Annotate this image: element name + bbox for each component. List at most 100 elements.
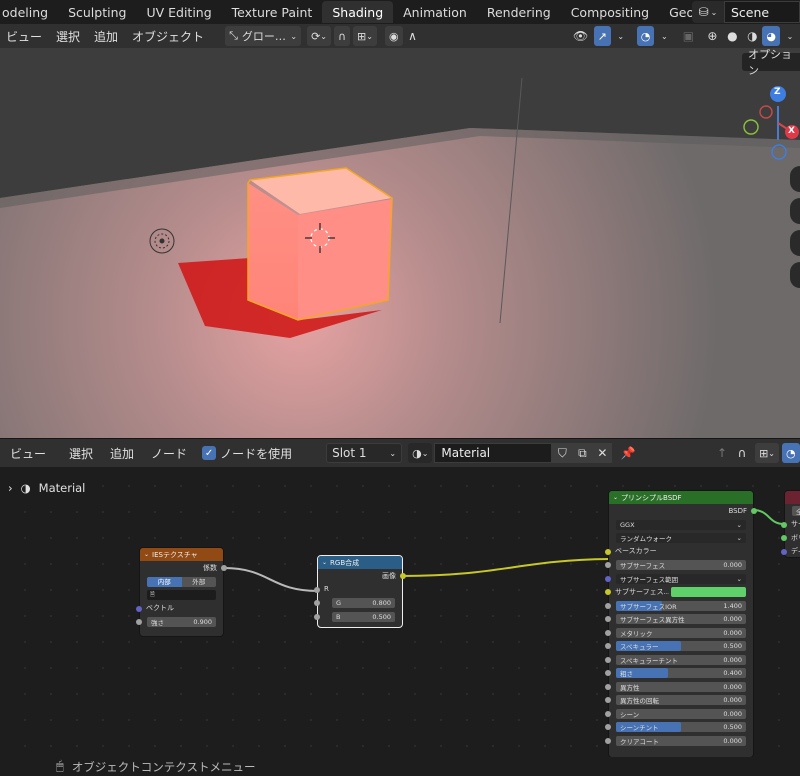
node-menu-view[interactable]: ビュー <box>0 445 53 462</box>
node-snap-dropdown[interactable]: ⊞ ⌄ <box>755 443 779 463</box>
gizmo-x-label[interactable]: X <box>788 126 795 136</box>
bsdf-value-field[interactable]: 粗さ 0.400 <box>616 668 746 678</box>
tab-uv-editing[interactable]: UV Editing <box>136 1 221 23</box>
shading-solid[interactable]: ● <box>722 26 742 46</box>
output-target-dropdown[interactable]: 全 <box>792 506 800 516</box>
distribution-dropdown[interactable]: GGX ⌄ <box>616 519 746 530</box>
viewport-menu-view[interactable]: ビュー <box>0 28 49 45</box>
node-overlay-toggle[interactable]: ◔ <box>782 443 800 463</box>
material-name-field[interactable]: Material <box>434 443 553 463</box>
bsdf-value-field[interactable]: 異方性 0.000 <box>616 681 746 692</box>
tab-animation[interactable]: Animation <box>393 1 477 23</box>
xray-toggle[interactable]: ▣ <box>678 26 698 46</box>
material-browse-button[interactable]: ◑ ⌄ <box>408 443 433 463</box>
shading-wireframe[interactable]: ⊕ <box>702 26 722 46</box>
node-menu-node[interactable]: ノード <box>141 445 194 462</box>
bsdf-input-socket[interactable] <box>605 575 611 582</box>
shading-rendered[interactable]: ◕ <box>762 26 780 46</box>
ies-output-socket[interactable] <box>221 565 227 571</box>
overlays-dropdown[interactable]: ⌄ <box>654 26 674 46</box>
bsdf-value-field[interactable]: シーンチント 0.500 <box>616 722 746 732</box>
node-editor-canvas[interactable]: › ◑ Material ⌄ IESテクスチャ 係数 内部 外部 🗎 ベクトル … <box>0 467 800 757</box>
bsdf-value-field[interactable]: メタリック 0.000 <box>616 627 746 638</box>
strength-field[interactable]: 強さ 0.900 <box>147 617 216 627</box>
bsdf-input-socket[interactable] <box>605 616 611 622</box>
visibility-dropdown[interactable]: 👁 <box>571 26 591 46</box>
proportional-edit-toggle[interactable]: ◉ <box>384 26 403 46</box>
pin-button[interactable]: 📌 <box>618 443 638 463</box>
bsdf-input-socket[interactable] <box>605 683 611 690</box>
image-output-socket[interactable] <box>400 573 406 579</box>
duplicate-material-button[interactable]: ⧉ <box>572 443 593 463</box>
principled-bsdf-node[interactable]: ⌄ プリンシプルBSDF BSDF GGX ⌄ ランダムウォーク ⌄ ベースカラ… <box>605 490 757 757</box>
b-field[interactable]: B 0.500 <box>332 611 395 622</box>
zoom-button[interactable] <box>790 166 800 192</box>
tab-sculpting[interactable]: Sculpting <box>58 1 136 23</box>
mode-external-button[interactable]: 外部 <box>181 576 216 587</box>
viewport-menu-select[interactable]: 選択 <box>49 28 87 45</box>
tab-texture-paint[interactable]: Texture Paint <box>222 1 323 23</box>
bsdf-value-field[interactable]: スペキュラーチント 0.000 <box>616 654 746 665</box>
bsdf-input-socket[interactable] <box>605 629 611 636</box>
volume-input-socket[interactable] <box>781 535 787 541</box>
output-node-header[interactable] <box>785 491 800 504</box>
surface-input-socket[interactable] <box>781 521 787 528</box>
snap-target-dropdown[interactable]: ⊞ ⌄ <box>353 26 377 46</box>
snap-toggle[interactable]: ∩ <box>333 26 351 46</box>
base-color-socket[interactable] <box>605 548 611 555</box>
viewport-menu-add[interactable]: 追加 <box>87 28 125 45</box>
g-field[interactable]: G 0.800 <box>332 598 395 608</box>
tab-modeling[interactable]: odeling <box>0 1 58 23</box>
pan-button[interactable] <box>790 198 800 224</box>
tab-rendering[interactable]: Rendering <box>477 1 561 23</box>
node-snap-toggle[interactable]: ∩ <box>732 443 752 463</box>
tab-shading[interactable]: Shading <box>322 1 394 23</box>
subsurface-method-dropdown[interactable]: ランダムウォーク ⌄ <box>616 533 746 543</box>
strength-input-socket[interactable] <box>136 619 142 625</box>
bsdf-input-socket[interactable] <box>605 643 611 649</box>
shading-dropdown[interactable]: ⌄ <box>780 26 800 46</box>
vector-input-socket[interactable] <box>136 605 142 612</box>
r-input-socket[interactable] <box>314 586 320 593</box>
overlays-toggle[interactable]: ◔ <box>636 26 655 46</box>
mode-internal-button[interactable]: 内部 <box>147 576 182 587</box>
options-dropdown[interactable]: オプション <box>742 48 800 77</box>
combine-node-header[interactable]: ⌄ RGB合成 <box>318 556 402 569</box>
transform-orientation-dropdown[interactable]: ⤡ グロー… ⌄ <box>225 26 302 46</box>
ies-text-block-field[interactable]: 🗎 <box>147 590 216 600</box>
gizmo-toggle[interactable]: ↗ <box>593 26 611 46</box>
viewport-menu-object[interactable]: オブジェクト <box>125 28 211 45</box>
viewport-3d[interactable]: オプション Z X <box>0 48 800 438</box>
shading-material[interactable]: ◑ <box>742 26 762 46</box>
bsdf-input-socket[interactable] <box>605 602 611 609</box>
bsdf-input-socket[interactable] <box>605 656 611 663</box>
pivot-point-dropdown[interactable]: ⟳ ⌄ <box>307 26 331 46</box>
node-menu-add[interactable]: 追加 <box>100 445 141 462</box>
material-output-node[interactable]: 全 サー ボリ ディ <box>781 490 800 558</box>
scene-browse-button[interactable]: ⛁ ⌄ <box>692 1 724 23</box>
combine-rgb-node[interactable]: ⌄ RGB合成 画像 R G 0.800 B 0.500 <box>314 555 406 628</box>
bsdf-output-socket[interactable] <box>751 508 757 514</box>
fake-user-button[interactable]: ⛉ <box>552 443 573 463</box>
ies-texture-node[interactable]: ⌄ IESテクスチャ 係数 内部 外部 🗎 ベクトル 強さ 0.900 <box>136 547 227 637</box>
falloff-dropdown[interactable]: ∧ <box>403 26 423 46</box>
subsurface-color-swatch[interactable] <box>671 587 746 597</box>
subsurface-radius-dropdown[interactable]: サブサーフェス範囲 ⌄ <box>616 573 746 584</box>
bsdf-value-field[interactable]: サブサーフェスIOR 1.400 <box>616 600 746 611</box>
camera-view-button[interactable] <box>790 230 800 256</box>
bsdf-input-socket[interactable] <box>605 724 611 730</box>
displacement-input-socket[interactable] <box>781 548 787 555</box>
use-nodes-checkbox[interactable]: ✓ <box>202 446 217 460</box>
bsdf-value-field[interactable]: クリアコート 0.000 <box>616 735 746 746</box>
node-menu-select[interactable]: 選択 <box>53 445 100 462</box>
bsdf-input-socket[interactable] <box>605 737 611 744</box>
tab-compositing[interactable]: Compositing <box>561 1 659 23</box>
gizmo-z-label[interactable]: Z <box>774 87 781 97</box>
bsdf-input-socket[interactable] <box>605 589 611 595</box>
ortho-toggle-button[interactable] <box>790 262 800 288</box>
parent-node-tree-button[interactable]: ↑ <box>712 443 732 463</box>
bsdf-value-field[interactable]: サブサーフェス 0.000 <box>616 560 746 570</box>
bsdf-input-socket[interactable] <box>605 710 611 717</box>
ies-node-header[interactable]: ⌄ IESテクスチャ <box>140 548 223 561</box>
bsdf-value-field[interactable]: サブサーフェス異方性 0.000 <box>616 614 746 624</box>
